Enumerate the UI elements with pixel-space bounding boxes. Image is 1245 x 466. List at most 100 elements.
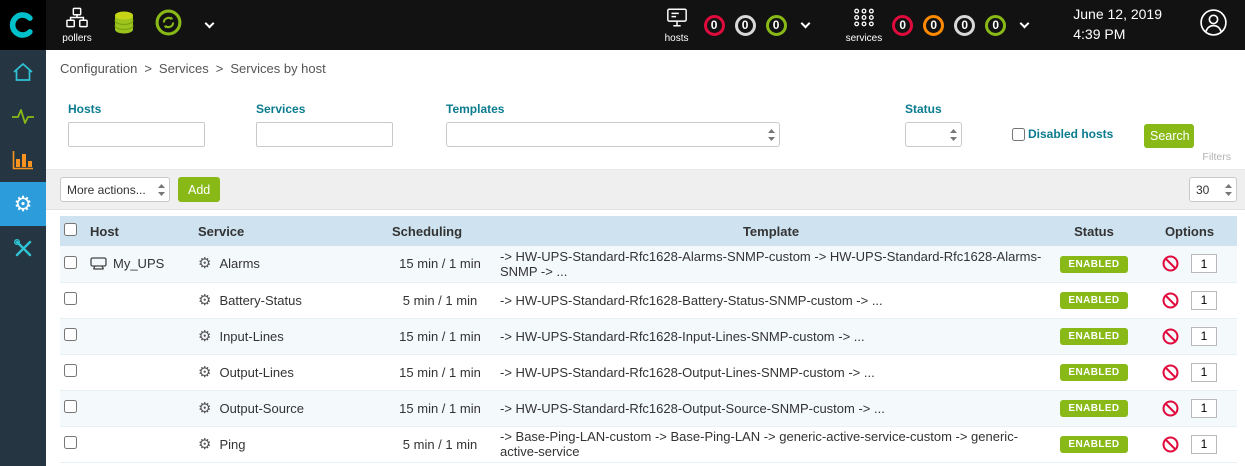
database-icon[interactable]	[112, 9, 136, 41]
duplicate-count-input[interactable]	[1191, 435, 1217, 454]
more-actions-select[interactable]: More actions...	[60, 177, 170, 202]
service-name[interactable]: Input-Lines	[219, 329, 283, 344]
hosts-icon	[666, 7, 688, 31]
duplicate-count-input[interactable]	[1191, 291, 1217, 310]
disable-icon[interactable]	[1162, 255, 1179, 272]
template-cell: -> HW-UPS-Standard-Rfc1628-Battery-Statu…	[496, 282, 1046, 318]
service-gear-icon: ⚙	[198, 329, 211, 344]
row-checkbox[interactable]	[64, 364, 77, 377]
scheduling-cell: 15 min / 1 min	[384, 246, 496, 282]
sidebar-item-home[interactable]	[0, 50, 46, 94]
duplicate-count-input[interactable]	[1191, 254, 1217, 273]
topbar: pollers hosts 0 0 0 services 0 0 0 0	[0, 0, 1245, 50]
service-name[interactable]: Output-Lines	[219, 365, 293, 380]
table-row: ⚙Input-Lines 15 min / 1 min -> HW-UPS-St…	[60, 318, 1237, 354]
status-badge: ENABLED	[1060, 328, 1127, 345]
main-content: Configuration > Services > Services by h…	[46, 50, 1245, 463]
row-checkbox[interactable]	[64, 400, 77, 413]
disable-icon[interactable]	[1162, 436, 1179, 453]
col-header-options: Options	[1142, 216, 1237, 246]
sidebar-item-administration[interactable]	[0, 226, 46, 270]
sidebar-item-configuration[interactable]: ⚙	[0, 182, 46, 226]
row-checkbox[interactable]	[64, 292, 77, 305]
hosts-menu[interactable]: hosts	[660, 7, 694, 44]
search-button[interactable]: Search	[1144, 124, 1194, 148]
col-header-template[interactable]: Template	[496, 216, 1046, 246]
service-gear-icon: ⚙	[198, 437, 211, 452]
template-cell: -> HW-UPS-Standard-Rfc1628-Alarms-SNMP-c…	[496, 246, 1046, 282]
status-badge: ENABLED	[1060, 436, 1127, 453]
table-row: ⚙Output-Lines 15 min / 1 min -> HW-UPS-S…	[60, 354, 1237, 390]
breadcrumb-separator: >	[216, 61, 224, 76]
services-warning-counter[interactable]: 0	[923, 15, 944, 36]
sidebar-item-monitoring[interactable]	[0, 94, 46, 138]
disable-icon[interactable]	[1162, 400, 1179, 417]
service-name[interactable]: Output-Source	[219, 401, 304, 416]
service-name[interactable]: Ping	[219, 437, 245, 452]
services-filter-label: Services	[256, 102, 393, 116]
tools-icon	[11, 236, 35, 260]
breadcrumb: Configuration > Services > Services by h…	[46, 50, 1245, 86]
chart-icon	[12, 150, 34, 170]
disable-icon[interactable]	[1162, 364, 1179, 381]
service-gear-icon: ⚙	[198, 256, 211, 271]
disabled-hosts-checkbox[interactable]	[1012, 128, 1025, 141]
scheduling-cell: 15 min / 1 min	[384, 318, 496, 354]
disable-icon[interactable]	[1162, 328, 1179, 345]
col-header-status[interactable]: Status	[1046, 216, 1142, 246]
disable-icon[interactable]	[1162, 292, 1179, 309]
services-ok-counter[interactable]: 0	[985, 15, 1006, 36]
hosts-unreachable-counter[interactable]: 0	[735, 15, 756, 36]
breadcrumb-item-services-by-host[interactable]: Services by host	[230, 61, 325, 76]
service-name[interactable]: Alarms	[219, 256, 259, 271]
page-size-select[interactable]: 30	[1189, 177, 1237, 202]
status-filter-select[interactable]	[905, 122, 962, 147]
page-size-control: 30	[1189, 177, 1237, 202]
services-filter-input[interactable]	[256, 122, 393, 147]
table-row: My_UPS ⚙ Alarms 15 min / 1 min -> HW-UPS-…	[60, 246, 1237, 282]
user-avatar-icon[interactable]	[1198, 7, 1229, 43]
actions-bar: More actions... Add 30	[46, 170, 1245, 210]
services-unknown-counter[interactable]: 0	[954, 15, 975, 36]
centreon-logo[interactable]	[0, 0, 46, 50]
duplicate-count-input[interactable]	[1191, 399, 1217, 418]
chevron-down-icon[interactable]	[205, 19, 215, 29]
row-checkbox[interactable]	[64, 436, 77, 449]
breadcrumb-item-services[interactable]: Services	[159, 61, 209, 76]
duplicate-count-input[interactable]	[1191, 363, 1217, 382]
disabled-hosts-label[interactable]: Disabled hosts	[1028, 127, 1113, 141]
chevron-down-icon[interactable]	[800, 19, 810, 29]
hosts-down-counter[interactable]: 0	[704, 15, 725, 36]
hosts-up-counter[interactable]: 0	[766, 15, 787, 36]
host-name[interactable]: My_UPS	[113, 256, 164, 271]
services-critical-counter[interactable]: 0	[892, 15, 913, 36]
row-checkbox[interactable]	[64, 328, 77, 341]
add-button[interactable]: Add	[178, 177, 220, 202]
services-label: services	[846, 33, 883, 44]
col-header-host[interactable]: Host	[86, 216, 194, 246]
filter-panel: Hosts Services Templates Status Disabled…	[46, 86, 1245, 170]
table-row: ⚙Output-Source 15 min / 1 min -> HW-UPS-…	[60, 390, 1237, 426]
hosts-filter-group: Hosts	[68, 102, 205, 147]
platform-status-icon[interactable]	[154, 8, 183, 42]
chevron-down-icon[interactable]	[1020, 19, 1030, 29]
pollers-menu[interactable]: pollers	[60, 7, 94, 44]
sidebar: ⚙	[0, 50, 46, 466]
hosts-filter-input[interactable]	[68, 122, 205, 147]
template-cell: -> HW-UPS-Standard-Rfc1628-Output-Lines-…	[496, 354, 1046, 390]
col-header-scheduling[interactable]: Scheduling	[384, 216, 496, 246]
status-badge: ENABLED	[1060, 364, 1127, 381]
row-checkbox[interactable]	[64, 256, 77, 269]
templates-filter-select[interactable]	[446, 122, 780, 147]
services-filter-group: Services	[256, 102, 393, 147]
gear-icon: ⚙	[14, 194, 33, 215]
services-table-area: Host Service Scheduling Template Status …	[46, 210, 1245, 463]
disabled-hosts-filter: Disabled hosts	[1012, 127, 1113, 141]
select-all-checkbox[interactable]	[64, 223, 77, 236]
col-header-service[interactable]: Service	[194, 216, 384, 246]
duplicate-count-input[interactable]	[1191, 327, 1217, 346]
breadcrumb-item-configuration[interactable]: Configuration	[60, 61, 137, 76]
services-menu[interactable]: services	[846, 7, 883, 44]
service-name[interactable]: Battery-Status	[219, 293, 301, 308]
sidebar-item-reporting[interactable]	[0, 138, 46, 182]
